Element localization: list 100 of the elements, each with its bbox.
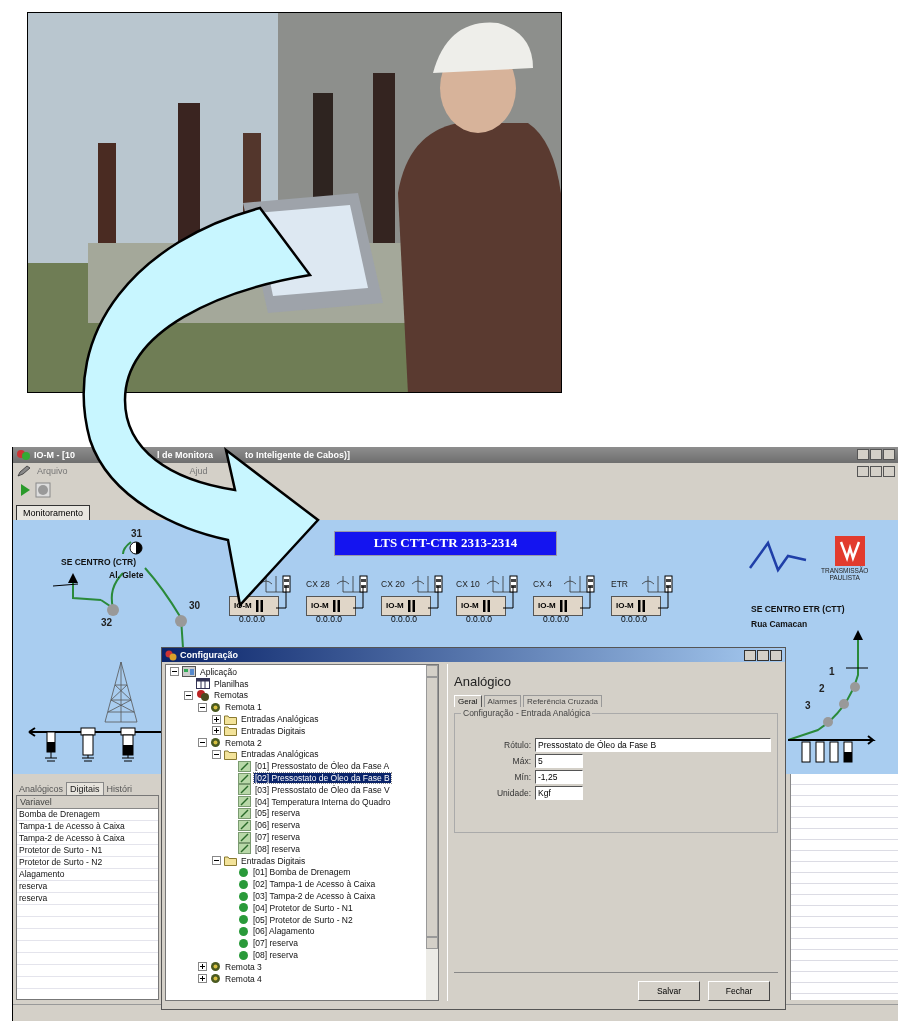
tab[interactable]: Referência Cruzada (522, 695, 603, 707)
tree-item[interactable]: [01] Bomba de Drenagem (252, 867, 352, 878)
module-address: 0.0.0.0 (238, 613, 266, 624)
tree-item[interactable]: Entradas Analógicas (240, 749, 320, 760)
tree-item[interactable]: [07] reserva (254, 832, 301, 843)
tree-item[interactable]: [03] Tampa-2 de Acesso à Caixa (252, 891, 377, 902)
collapse-icon[interactable] (184, 691, 193, 700)
input-field[interactable]: Kgf (535, 786, 583, 800)
led-icon (238, 878, 249, 890)
table-cell: reserva (17, 893, 158, 906)
tree-item[interactable]: Entradas Digitais (240, 855, 307, 866)
pencil-icon (17, 465, 31, 478)
tree-item[interactable]: [01] Pressostato de Óleo da Fase A (254, 761, 391, 772)
tree-item[interactable]: [02] Tampa-1 de Acesso à Caixa (252, 879, 377, 890)
tree-item[interactable]: Remotas (213, 690, 249, 701)
tree-item[interactable]: [03] Pressostato de Óleo da Fase V (254, 784, 391, 795)
scrollbar[interactable] (426, 665, 438, 1000)
bars-icon (254, 599, 264, 612)
tree-item[interactable]: [06] reserva (254, 820, 301, 831)
folder-icon (224, 855, 237, 867)
bars-icon (406, 599, 416, 612)
folder-icon (224, 713, 237, 725)
window-title: IO-M - [10 (34, 449, 75, 460)
node-label: 31 (131, 527, 143, 539)
tree-item[interactable]: Remota 1 (224, 702, 263, 713)
tab[interactable]: Analógicos (16, 783, 67, 796)
tree-item[interactable]: Entradas Analógicas (240, 714, 320, 725)
tree-item[interactable]: [02] Pressostato de Óleo da Fase B (254, 773, 391, 784)
tower-drawing (101, 659, 141, 725)
input-field[interactable]: Pressostato de Óleo da Fase B (535, 738, 771, 752)
module-label: IO-M (616, 601, 634, 611)
dialog-title: Configuração (180, 650, 238, 660)
tree-item[interactable]: Entradas Digitais (240, 725, 307, 736)
tree-item[interactable]: Aplicação (199, 666, 238, 677)
tab[interactable]: Geral (454, 695, 482, 707)
module-address: 0.0.0.0 (620, 613, 648, 624)
window-title: l de Monitora (157, 449, 213, 460)
collapse-icon[interactable] (198, 702, 207, 712)
tree-item[interactable]: [04] Temperatura Interna do Quadro (254, 796, 392, 807)
collapse-icon[interactable] (170, 667, 179, 677)
dialog-button[interactable]: Fechar (708, 981, 770, 1001)
expand-icon[interactable] (212, 714, 221, 724)
tree-item[interactable]: Planilhas (213, 678, 250, 689)
dialog-button[interactable]: Salvar (638, 981, 700, 1001)
table-cell: Protetor de Surto - N2 (17, 857, 158, 870)
table-cell: Alagamento (17, 869, 158, 882)
led-icon (238, 925, 249, 937)
tree-item[interactable]: [06] Alagamento (252, 926, 316, 937)
tree-item[interactable]: [05] Protetor de Surto - N2 (252, 914, 354, 925)
expand-icon[interactable] (198, 962, 207, 972)
module-label: IO-M (311, 601, 329, 611)
table-cell: Tampa-1 de Acesso à Caixa (17, 821, 158, 834)
collapse-icon[interactable] (212, 749, 221, 759)
gauge-icon (238, 796, 251, 808)
bars-icon (481, 599, 491, 612)
led-icon (238, 890, 249, 902)
tab[interactable]: Monitoramento (16, 504, 91, 520)
module-label: IO-M (538, 601, 556, 611)
device-label: ETR (611, 578, 629, 589)
gauge-icon (238, 760, 251, 772)
expand-icon[interactable] (198, 974, 207, 984)
module-panel[interactable]: IO-M (533, 595, 583, 616)
tab[interactable]: Históri (103, 783, 136, 796)
collapse-icon[interactable] (212, 856, 221, 866)
collapse-icon[interactable] (198, 738, 207, 748)
tree-item[interactable]: [04] Protetor de Surto - N1 (252, 902, 354, 913)
app-icon (17, 448, 30, 461)
window-controls-icon[interactable] (857, 449, 895, 461)
column-header[interactable]: Variavel (17, 796, 158, 810)
module-panel[interactable]: IO-M (306, 595, 356, 616)
node-label: 3 (805, 699, 811, 711)
device-icon (210, 701, 221, 713)
table-icon (196, 678, 210, 690)
gauge-icon (238, 843, 251, 855)
bars-icon (331, 599, 341, 612)
module-panel[interactable]: IO-M (611, 595, 661, 616)
module-address: 0.0.0.0 (390, 613, 418, 624)
tab[interactable]: Alarmes (483, 695, 521, 707)
field-label: Rótulo: (503, 740, 531, 750)
app-icon (165, 649, 177, 661)
gauge-icon (238, 784, 251, 796)
tree-item[interactable]: [05] reserva (254, 808, 301, 819)
window-controls-icon[interactable] (744, 649, 782, 661)
input-field[interactable]: -1,25 (535, 770, 583, 784)
expand-icon[interactable] (212, 726, 221, 736)
module-panel[interactable]: IO-M (456, 595, 506, 616)
module-panel[interactable]: IO-M (381, 595, 431, 616)
window-controls-icon[interactable] (857, 465, 895, 477)
tree-item[interactable]: Remota 3 (224, 961, 263, 972)
tree-item[interactable]: [08] reserva (254, 843, 301, 854)
node-label: 2 (819, 682, 825, 694)
device-icon (210, 973, 221, 985)
gauge-icon (238, 831, 251, 843)
tree-item[interactable]: Remota 2 (224, 737, 263, 748)
input-field[interactable]: 5 (535, 754, 583, 768)
tree-item[interactable]: [07] reserva (252, 938, 299, 949)
tree-item[interactable]: [08] reserva (252, 950, 299, 960)
tab[interactable]: Digitais (66, 782, 104, 796)
gauge-icon (238, 807, 251, 819)
tree-item[interactable]: Remota 4 (224, 973, 263, 984)
